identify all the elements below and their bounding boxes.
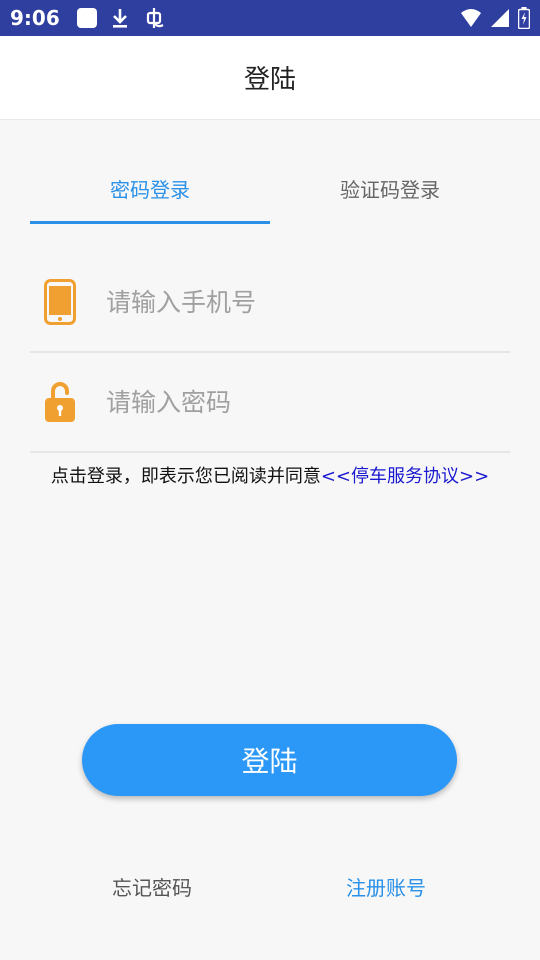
notification-icons (76, 6, 166, 30)
tab-password-login[interactable]: 密码登录 (30, 156, 270, 224)
agreement-notice: 点击登录，即表示您已阅读并同意<<停车服务协议>> (0, 462, 540, 488)
unlock-icon (30, 381, 90, 423)
signal-icon (491, 9, 509, 27)
password-input-row (30, 353, 510, 453)
login-button[interactable]: 登陆 (82, 724, 457, 796)
notification-square-icon (76, 8, 97, 28)
smartphone-icon (30, 279, 90, 325)
password-input[interactable] (106, 372, 510, 432)
bug-icon (146, 8, 164, 28)
phone-input[interactable] (106, 272, 510, 332)
parking-service-agreement-link[interactable]: <<停车服务协议>> (321, 466, 489, 487)
page-title: 登陆 (243, 65, 296, 95)
battery-icon (518, 7, 530, 29)
app-bar: 登陆 (0, 36, 540, 120)
forgot-password-link[interactable]: 忘记密码 (112, 872, 192, 901)
phone-input-row (30, 253, 510, 353)
register-account-link[interactable]: 注册账号 (346, 872, 426, 901)
tab-label: 密码登录 (110, 178, 190, 202)
agreement-text: 点击登录，即表示您已阅读并同意 (50, 466, 321, 487)
tab-sms-code-login[interactable]: 验证码登录 (270, 156, 510, 224)
system-icons (460, 7, 530, 29)
tab-label: 验证码登录 (340, 178, 440, 202)
status-time: 9:06 (10, 6, 60, 30)
wifi-icon (461, 9, 481, 27)
status-bar: 9:06 (0, 0, 540, 36)
login-screen: 9:06 登陆 密码登录 验证码登录 请输入手机号 点击登录，即表示您已阅读并同… (0, 0, 540, 960)
download-icon (112, 9, 127, 28)
login-mode-tabs: 密码登录 验证码登录 (30, 156, 510, 224)
tab-indicator (30, 221, 270, 224)
